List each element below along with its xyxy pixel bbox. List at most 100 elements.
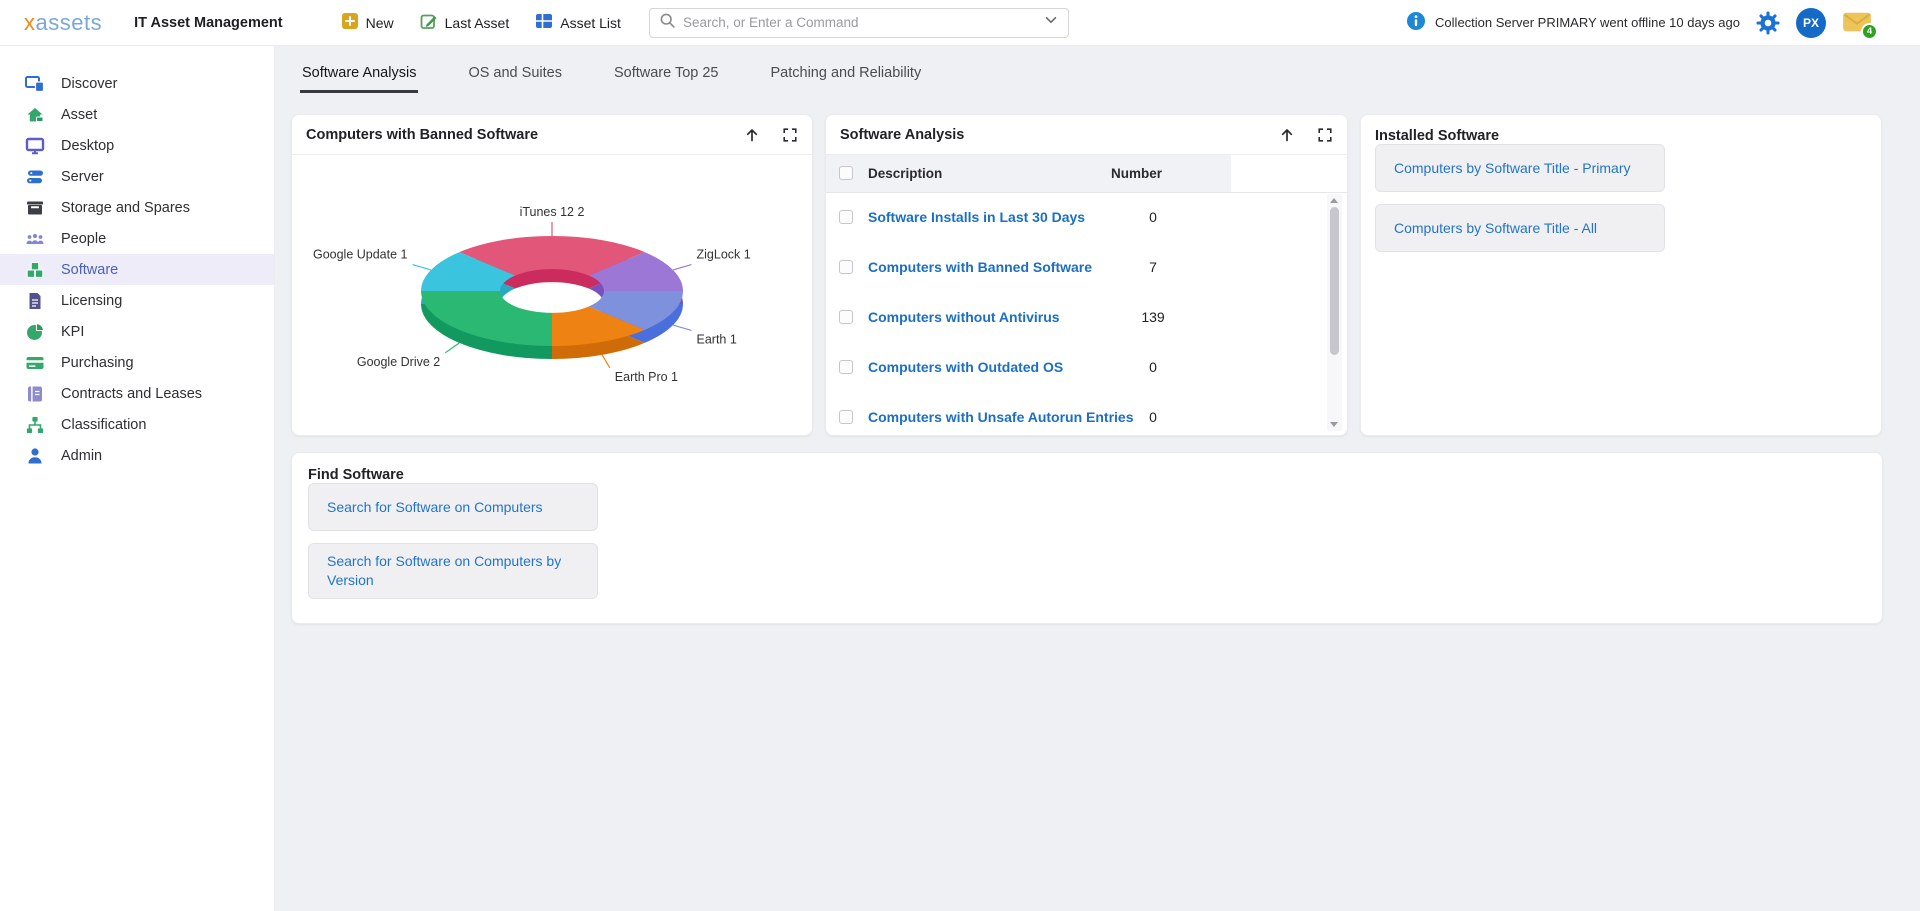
svg-text:Google Update 1: Google Update 1 <box>313 248 408 262</box>
sidebar-item-software[interactable]: Software <box>0 254 274 285</box>
sidebar-item-label: Desktop <box>61 138 114 154</box>
tab-patching-and-reliability[interactable]: Patching and Reliability <box>768 61 923 93</box>
sidebar-item-desktop[interactable]: Desktop <box>0 130 274 161</box>
sidebar: Discover Asset Desktop Server Storage an… <box>0 46 275 911</box>
tree-icon <box>25 415 45 435</box>
asset-list-button[interactable]: Asset List <box>535 12 621 33</box>
banned-software-donut-chart: iTunes 12 2ZigLock 1Earth 1Earth Pro 1Go… <box>292 155 812 435</box>
banned-software-card: Computers with Banned Software iTunes 12… <box>291 114 813 436</box>
top-bar: xassets IT Asset Management New Last Ass… <box>0 0 1920 46</box>
software-analysis-card-header: Software Analysis <box>826 115 1347 155</box>
search-icon <box>659 12 676 34</box>
sidebar-item-admin[interactable]: Admin <box>0 440 274 471</box>
xassets-logo[interactable]: xassets <box>24 10 102 36</box>
row-link[interactable]: Software Installs in Last 30 Days <box>868 209 1085 225</box>
row-checkbox[interactable] <box>839 210 853 224</box>
toolbar-actions: New Last Asset Asset List <box>341 12 621 33</box>
edit-icon <box>420 12 438 33</box>
messages-button[interactable]: 4 <box>1842 10 1872 36</box>
export-up-arrow-icon[interactable] <box>1278 126 1296 144</box>
sidebar-item-label: Admin <box>61 448 102 464</box>
table-row: Computers with Unsafe Autorun Entries 0 <box>826 393 1347 436</box>
book-icon <box>25 384 45 404</box>
svg-text:Earth Pro 1: Earth Pro 1 <box>615 370 678 384</box>
svg-text:ZigLock 1: ZigLock 1 <box>697 248 751 262</box>
row-checkbox[interactable] <box>839 310 853 324</box>
installed-software-card: Installed Software Computers by Software… <box>1360 114 1882 436</box>
card-title: Computers with Banned Software <box>306 127 538 143</box>
row-number: 7 <box>1111 259 1195 275</box>
scroll-up-arrow[interactable] <box>1330 198 1338 203</box>
expand-icon[interactable] <box>1317 127 1333 143</box>
logo-assets: assets <box>36 10 103 35</box>
chevron-down-icon[interactable] <box>1043 12 1059 33</box>
svg-text:iTunes 12 2: iTunes 12 2 <box>520 205 585 219</box>
topbar-right-cluster: Collection Server PRIMARY went offline 1… <box>1406 8 1872 38</box>
column-header-description[interactable]: Description <box>868 166 942 181</box>
card-header-icons <box>1278 126 1333 144</box>
sidebar-item-label: Purchasing <box>61 355 134 371</box>
scroll-down-arrow[interactable] <box>1330 422 1338 427</box>
sidebar-item-label: Licensing <box>61 293 122 309</box>
row-number: 139 <box>1111 309 1195 325</box>
row-checkbox[interactable] <box>839 260 853 274</box>
sidebar-item-storage-and-spares[interactable]: Storage and Spares <box>0 192 274 223</box>
sidebar-item-purchasing[interactable]: Purchasing <box>0 347 274 378</box>
sidebar-item-kpi[interactable]: KPI <box>0 316 274 347</box>
row-link[interactable]: Computers without Antivirus <box>868 309 1060 325</box>
new-button-label: New <box>366 15 394 31</box>
tab-software-top-25[interactable]: Software Top 25 <box>612 61 721 93</box>
user-avatar[interactable]: PX <box>1796 8 1826 38</box>
settings-gear-icon[interactable] <box>1756 11 1780 35</box>
logo-x: x <box>24 10 36 35</box>
svg-text:Google Drive 2: Google Drive 2 <box>357 355 440 369</box>
row-link[interactable]: Computers with Outdated OS <box>868 359 1063 375</box>
last-asset-button[interactable]: Last Asset <box>420 12 510 33</box>
sidebar-item-licensing[interactable]: Licensing <box>0 285 274 316</box>
notification-banner[interactable]: Collection Server PRIMARY went offline 1… <box>1406 11 1740 34</box>
sidebar-item-label: Server <box>61 169 104 185</box>
row-checkbox[interactable] <box>839 360 853 374</box>
banned-software-chart-area: iTunes 12 2ZigLock 1Earth 1Earth Pro 1Go… <box>292 155 812 440</box>
expand-icon[interactable] <box>782 127 798 143</box>
sidebar-item-label: Discover <box>61 76 117 92</box>
new-button[interactable]: New <box>341 12 394 33</box>
tab-os-and-suites[interactable]: OS and Suites <box>466 61 564 93</box>
card-title: Installed Software <box>1375 128 1867 144</box>
table-body: Software Installs in Last 30 Days 0 Comp… <box>826 193 1347 436</box>
scrollbar-thumb[interactable] <box>1330 207 1339 355</box>
sidebar-item-asset[interactable]: Asset <box>0 99 274 130</box>
table-scrollbar[interactable] <box>1327 194 1342 431</box>
pie-icon <box>25 322 45 342</box>
search-input[interactable] <box>683 15 1043 30</box>
sidebar-item-contracts-and-leases[interactable]: Contracts and Leases <box>0 378 274 409</box>
sidebar-item-server[interactable]: Server <box>0 161 274 192</box>
monitor-icon <box>25 136 45 156</box>
row-link[interactable]: Computers with Unsafe Autorun Entries <box>868 409 1134 425</box>
card-title: Software Analysis <box>840 127 964 143</box>
search-software-on-computers-by-version-button[interactable]: Search for Software on Computers by Vers… <box>308 543 598 599</box>
column-header-number[interactable]: Number <box>1111 166 1162 181</box>
table-row: Computers without Antivirus 139 <box>826 293 1347 343</box>
app-title: IT Asset Management <box>134 15 283 31</box>
computers-by-software-title-primary-button[interactable]: Computers by Software Title - Primary <box>1375 144 1665 192</box>
software-analysis-card: Software Analysis Description Number Sof… <box>825 114 1348 436</box>
select-all-checkbox[interactable] <box>839 166 853 180</box>
sidebar-item-label: Contracts and Leases <box>61 386 202 402</box>
computers-by-software-title-all-button[interactable]: Computers by Software Title - All <box>1375 204 1665 252</box>
document-icon <box>25 291 45 311</box>
sidebar-item-classification[interactable]: Classification <box>0 409 274 440</box>
unread-count-badge: 4 <box>1861 23 1878 40</box>
sidebar-item-label: KPI <box>61 324 84 340</box>
row-link[interactable]: Computers with Banned Software <box>868 259 1092 275</box>
grid-icon <box>535 12 553 33</box>
search-software-on-computers-button[interactable]: Search for Software on Computers <box>308 483 598 531</box>
last-asset-button-label: Last Asset <box>445 15 510 31</box>
sidebar-item-discover[interactable]: Discover <box>0 68 274 99</box>
tab-software-analysis[interactable]: Software Analysis <box>300 61 418 93</box>
table-row: Software Installs in Last 30 Days 0 <box>826 193 1347 243</box>
row-checkbox[interactable] <box>839 410 853 424</box>
sidebar-item-people[interactable]: People <box>0 223 274 254</box>
export-up-arrow-icon[interactable] <box>743 126 761 144</box>
sidebar-item-label: People <box>61 231 106 247</box>
